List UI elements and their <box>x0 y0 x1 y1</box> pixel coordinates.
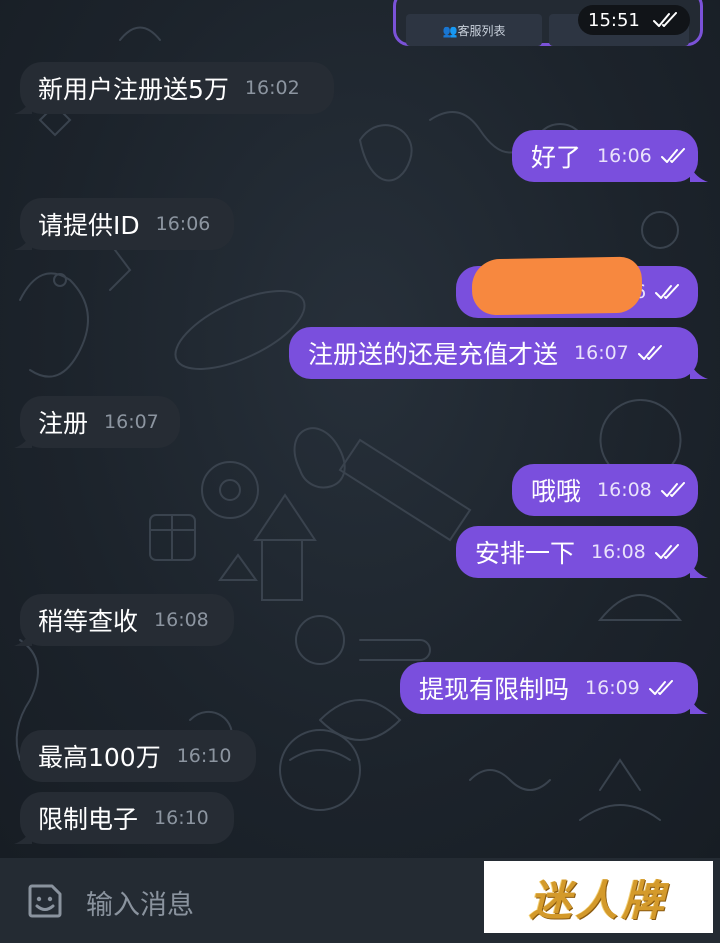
message-incoming[interactable]: 注册 16:07 <box>20 396 180 448</box>
message-text: 新用户注册送5万 <box>38 75 229 104</box>
message-text: 请提供ID <box>38 211 140 240</box>
double-check-icon <box>660 148 685 163</box>
message-text: 限制电子 <box>38 805 139 834</box>
sticker-emoji-icon[interactable] <box>26 882 64 920</box>
message-time: 16:06 <box>597 145 652 167</box>
message-time: 16:09 <box>585 677 640 699</box>
message-time: 16:10 <box>154 807 209 829</box>
double-check-icon <box>648 680 673 695</box>
top-message-time: 15:51 <box>588 9 640 31</box>
message-outgoing[interactable]: 注册送的还是充值才送 16:07 <box>289 327 698 379</box>
message-incoming[interactable]: 稍等查收 16:08 <box>20 594 234 646</box>
message-incoming[interactable]: 新用户注册送5万 16:02 <box>20 62 334 114</box>
bubble-tail <box>690 698 708 714</box>
customer-service-list-button[interactable]: 👥客服列表 <box>406 14 542 46</box>
message-time: 16:02 <box>244 77 300 99</box>
watermark-text: 迷人牌 <box>529 875 668 925</box>
message-time: 16:08 <box>591 541 646 563</box>
message-text: 注册 <box>38 409 89 438</box>
message-text: 提现有限制吗 <box>419 675 570 704</box>
message-outgoing[interactable]: 好了 16:06 <box>512 130 698 182</box>
message-text: 稍等查收 <box>38 607 139 636</box>
message-text: 哦哦 <box>531 477 582 506</box>
bubble-tail <box>690 166 708 182</box>
message-text: 注册送的还是充值才送 <box>308 340 559 369</box>
message-time: 16:08 <box>597 479 652 501</box>
message-input[interactable]: 输入消息 <box>86 883 194 922</box>
message-time: 16:07 <box>104 411 159 433</box>
message-incoming[interactable]: 限制电子 16:10 <box>20 792 234 844</box>
top-message-time-badge: 15:51 <box>578 5 690 35</box>
watermark-logo: 迷人牌 <box>484 861 713 933</box>
double-check-icon <box>655 284 680 299</box>
double-check-icon <box>637 345 662 360</box>
message-text: 安排一下 <box>475 539 576 568</box>
redaction-mark <box>471 256 643 316</box>
message-outgoing[interactable]: 哦哦 16:08 <box>512 464 698 516</box>
message-incoming[interactable]: 请提供ID 16:06 <box>20 198 234 250</box>
message-time: 16:08 <box>154 609 209 631</box>
message-outgoing[interactable]: 安排一下 16:08 <box>456 526 698 578</box>
bubble-tail <box>690 562 708 578</box>
double-check-icon <box>652 12 677 27</box>
message-incoming[interactable]: 最高100万 16:10 <box>20 730 256 782</box>
message-time: 16:10 <box>176 745 232 767</box>
message-time: 16:06 <box>155 213 211 235</box>
bubble-tail <box>690 363 708 379</box>
message-text: 好了 <box>531 143 582 172</box>
message-outgoing[interactable]: 提现有限制吗 16:09 <box>400 662 698 714</box>
double-check-icon <box>654 544 679 559</box>
double-check-icon <box>660 482 685 497</box>
message-text: 最高100万 <box>38 743 161 772</box>
message-time: 16:07 <box>574 342 629 364</box>
